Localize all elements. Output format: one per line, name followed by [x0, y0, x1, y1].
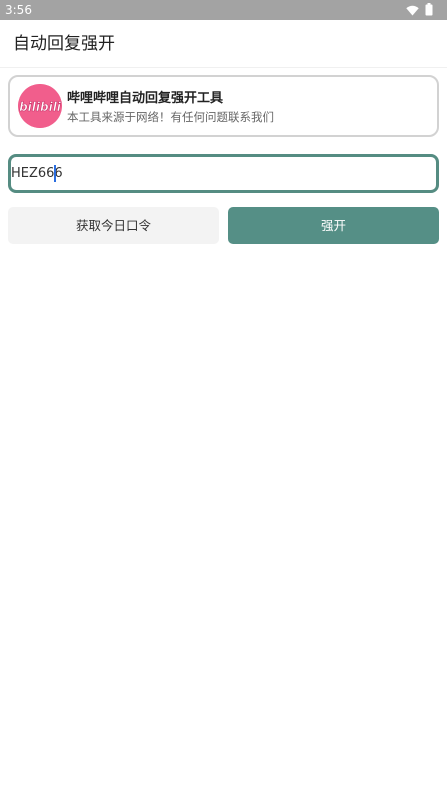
status-time: 3:56	[5, 3, 32, 17]
text-caret	[54, 165, 56, 182]
logo-lettering: bilibili	[19, 100, 62, 114]
status-bar: 3:56	[0, 0, 447, 20]
tool-info-card: bilibili 哔哩哔哩自动回复强开工具 本工具来源于网络！有任何问题联系我们	[8, 75, 439, 137]
card-subtitle: 本工具来源于网络！有任何问题联系我们	[67, 110, 274, 124]
wifi-icon	[406, 1, 419, 20]
status-icons	[406, 1, 433, 20]
app-bar: 自动回复强开	[0, 20, 447, 68]
battery-icon	[425, 1, 433, 20]
page-title: 自动回复强开	[13, 34, 115, 54]
card-title: 哔哩哔哩自动回复强开工具	[67, 91, 224, 106]
code-input[interactable]	[8, 154, 439, 193]
get-today-code-button[interactable]: 获取今日口令	[8, 207, 219, 244]
force-open-button[interactable]: 强开	[228, 207, 439, 244]
bilibili-logo-icon: bilibili	[18, 84, 62, 128]
